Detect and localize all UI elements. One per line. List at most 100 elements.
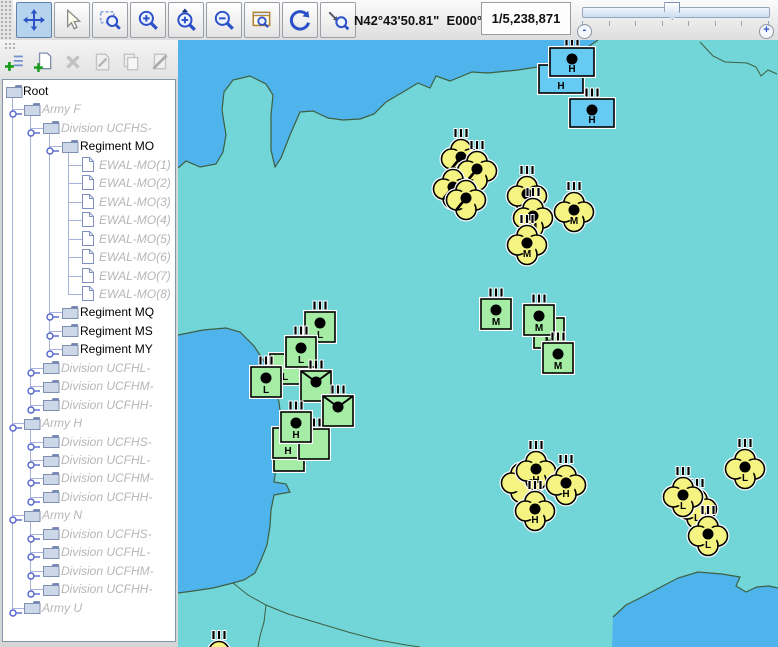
tree-node-ewal-mo-5-[interactable]: EWAL-MO(5)	[3, 230, 175, 248]
unit-letter: H	[531, 515, 538, 526]
echelon-marks-III	[551, 332, 565, 341]
tree-node-label: Root	[23, 84, 48, 98]
echelon-marks-III	[259, 356, 273, 365]
tree-node-label: Division UCFHM-	[61, 379, 154, 393]
unit-letter: L	[705, 540, 711, 551]
tree-node-army-u[interactable]: Army U	[3, 599, 175, 617]
tree-node-label: EWAL-MO(7)	[99, 269, 171, 283]
zoom-out-button[interactable]	[206, 2, 242, 38]
tree-node-ewal-mo-1-[interactable]: EWAL-MO(1)	[3, 156, 175, 174]
cut-button	[149, 50, 171, 74]
zoom-minus-button[interactable]: -	[577, 24, 592, 39]
unit-letter: M	[523, 249, 531, 260]
toolbar-buttons	[16, 2, 356, 38]
overview-button[interactable]	[244, 2, 280, 38]
tree-node-regiment-mo[interactable]: Regiment MO	[3, 137, 175, 155]
add-item-button[interactable]	[33, 50, 55, 74]
unit-letter: M	[570, 216, 578, 227]
slider-tick	[768, 21, 769, 26]
tree-node-label: Division UCFHS-	[61, 435, 152, 449]
zoom-slider[interactable]: - +	[575, 0, 778, 40]
tree-node-label: Regiment MO	[80, 139, 154, 153]
tree-node-army-f[interactable]: Army F	[3, 100, 175, 118]
zoom-plus-button[interactable]: +	[759, 24, 774, 39]
unit-letter: L	[298, 355, 304, 366]
copy-button	[120, 50, 142, 74]
echelon-marks-III	[470, 141, 484, 150]
refresh-button[interactable]	[282, 2, 318, 38]
echelon-marks-III	[738, 439, 752, 448]
tree-node-root[interactable]: Root	[3, 82, 175, 100]
slider-tick	[582, 21, 583, 26]
tree-node-army-n[interactable]: Army N	[3, 506, 175, 524]
tree-node-label: EWAL-MO(2)	[99, 176, 171, 190]
tree-expand-handle[interactable]	[9, 604, 23, 622]
unit-letter: M	[492, 317, 500, 328]
map-land	[178, 40, 778, 647]
slider-tick	[741, 21, 742, 26]
echelon-marks-III	[701, 506, 715, 515]
unit-letter: M	[535, 323, 543, 334]
echelon-marks-III	[294, 326, 308, 335]
order-of-battle-tree[interactable]: Root Army F Division UCFHS- Regiment MO EWAL…	[2, 79, 176, 642]
tree-node-label: Army F	[42, 102, 81, 116]
echelon-marks-III	[313, 301, 327, 310]
echelon-marks-III	[526, 188, 540, 197]
echelon-marks-III	[585, 88, 599, 97]
echelon-marks-III	[565, 40, 579, 46]
tree-node-army-h[interactable]: Army H	[3, 414, 175, 432]
tree-toolbar-gripper[interactable]	[4, 42, 16, 49]
select-icon	[60, 8, 84, 32]
tree-node-label: Army H	[42, 416, 82, 430]
echelon-marks-III	[489, 288, 503, 297]
echelon-marks-III	[559, 455, 573, 464]
tree-node-ewal-mo-4-[interactable]: EWAL-MO(4)	[3, 211, 175, 229]
tree-node-label: Division UCFHH-	[61, 490, 152, 504]
slider-tick	[715, 21, 716, 26]
echelon-marks-III	[331, 385, 345, 394]
echelon-marks-III	[309, 360, 323, 369]
edit-button	[91, 50, 113, 74]
unit-letter: H	[292, 430, 299, 441]
zoom-in-icon	[136, 8, 160, 32]
tree-node-label: Division UCFHM-	[61, 564, 154, 578]
echelon-marks-III	[532, 294, 546, 303]
zoom-rect-icon	[98, 8, 122, 32]
unit-letter: H	[557, 81, 564, 92]
unit-letter: H	[588, 115, 595, 126]
zoom-rect-button[interactable]	[92, 2, 128, 38]
tree-node-label: Division UCFHL-	[61, 453, 150, 467]
echelon-marks-III	[520, 166, 534, 175]
tree-toolbar-buttons	[4, 50, 200, 74]
echelon-marks-III	[528, 481, 542, 490]
echelon-marks-III	[289, 401, 303, 410]
tree-node-label: Army N	[42, 508, 82, 522]
tree-node-ewal-mo-6-[interactable]: EWAL-MO(6)	[3, 248, 175, 266]
tree-node-regiment-mq[interactable]: Regiment MQ	[3, 303, 175, 321]
slider-tick	[688, 21, 689, 26]
tree-node-ewal-mo-3-[interactable]: EWAL-MO(3)	[3, 193, 175, 211]
tree-node-regiment-my[interactable]: Regiment MY	[3, 340, 175, 358]
zoom-in-step-icon	[174, 8, 198, 32]
map-view[interactable]: HHHMMMMMMMLLLLHHHHHLLLL	[178, 40, 778, 647]
tree-node-ewal-mo-2-[interactable]: EWAL-MO(2)	[3, 174, 175, 192]
zoom-selection-button[interactable]	[320, 2, 356, 38]
echelon-marks-III	[529, 441, 543, 450]
tree-node-label: Division UCFHM-	[61, 471, 154, 485]
slider-tick	[662, 21, 663, 26]
zoom-in-button[interactable]	[130, 2, 166, 38]
toolbar-gripper[interactable]	[0, 0, 13, 40]
pan-button[interactable]	[16, 2, 52, 38]
add-group-button[interactable]	[4, 50, 26, 74]
tree-node-ewal-mo-7-[interactable]: EWAL-MO(7)	[3, 267, 175, 285]
scenario-sidebar: Root Army F Division UCFHS- Regiment MO EWAL…	[0, 40, 178, 647]
tree-node-ewal-mo-8-[interactable]: EWAL-MO(8)	[3, 285, 175, 303]
map-canvas[interactable]: HHHMMMMMMMLLLLHHHHHLLLL	[178, 40, 778, 647]
zoom-selection-icon	[326, 8, 350, 32]
echelon-marks-III	[212, 631, 226, 640]
tree-node-label: Regiment MS	[80, 324, 153, 338]
select-button[interactable]	[54, 2, 90, 38]
tree-node-regiment-ms[interactable]: Regiment MS	[3, 322, 175, 340]
zoom-in-step-button[interactable]	[168, 2, 204, 38]
echelon-marks-III	[676, 467, 690, 476]
